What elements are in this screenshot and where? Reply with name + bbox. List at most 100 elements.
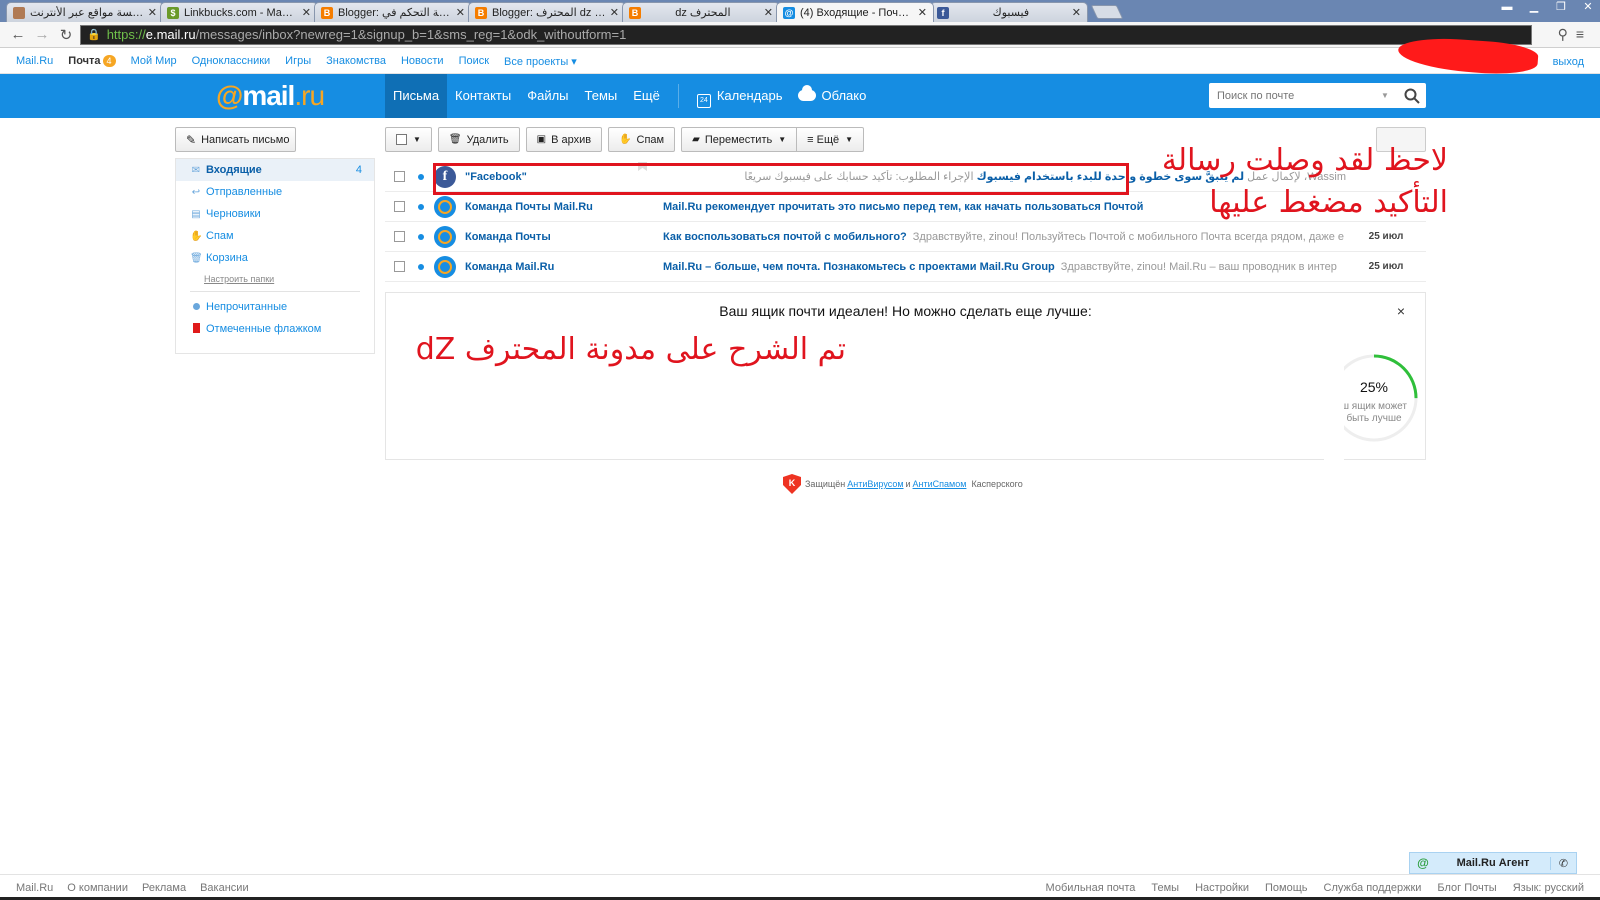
folder-sent[interactable]: ↩ Отправленные [176,181,374,203]
url-field[interactable]: 🔒 https://e.mail.ru/messages/inbox?newre… [80,24,1532,45]
footer-link[interactable]: Служба поддержки [1324,882,1422,894]
message-checkbox[interactable] [394,261,405,272]
message-row[interactable]: Команда Mail.Ru Mail.Ru – больше, чем по… [385,252,1426,282]
footer-link[interactable]: Мобильная почта [1046,882,1136,894]
message-checkbox[interactable] [394,201,405,212]
footer-link[interactable]: Реклама [142,882,186,894]
folder-label: Корзина [206,252,248,264]
flag-icon [190,322,202,336]
unread-dot-icon [190,302,202,313]
footer-link[interactable]: Помощь [1265,882,1308,894]
portal-link-all-projects[interactable]: Все проекты ▾ [504,55,577,68]
mailru-agent-widget[interactable]: @ Mail.Ru Агент ✆ [1409,852,1577,874]
footer-link[interactable]: Mail.Ru [16,882,53,894]
folder-spam[interactable]: ✋ Спам [176,225,374,247]
back-arrow-icon[interactable]: ← [8,26,28,43]
filter-unread[interactable]: Непрочитанные [176,296,374,318]
select-all-checkbox [396,134,407,145]
minimize-icon[interactable]: ▁ [1522,0,1546,14]
footer-link[interactable]: О компании [67,882,128,894]
antivirus-link[interactable]: АнтиВирусом [847,479,903,489]
browser-tab[interactable]: B Blogger: المحترف dz - مشاركة ✕ [468,2,626,22]
footer-left: Mail.Ru О компании Реклама Вакансии [0,882,263,894]
nav-themes[interactable]: Темы [577,74,626,118]
footer-link[interactable]: Темы [1151,882,1179,894]
message-checkbox[interactable] [394,231,405,242]
filter-flagged[interactable]: Отмеченные флажком [176,318,374,340]
maximize-icon[interactable]: ❐ [1549,0,1573,14]
nav-calendar[interactable]: 24 Календарь [689,74,791,118]
phone-icon[interactable]: ✆ [1550,856,1576,870]
tab-close-icon[interactable]: ✕ [764,6,773,19]
unread-dot-icon[interactable] [418,263,424,270]
portal-link-odnoklassniki[interactable]: Одноклассники [192,55,271,67]
message-checkbox[interactable] [394,171,405,182]
nav-files[interactable]: Файлы [519,74,576,118]
nav-more[interactable]: Ещё [625,74,668,118]
url-path: /messages/inbox?newreg=1&signup_b=1&sms_… [195,27,627,42]
address-bar-row: ← → ↻ 🔒 https://e.mail.ru/messages/inbox… [0,22,1600,48]
footer-link[interactable]: Блог Почты [1437,882,1496,894]
search-options-chevron-icon[interactable]: ▼ [1381,91,1389,100]
browser-tab[interactable]: f فيسبوك ✕ [930,2,1088,22]
more-button[interactable]: ≡ Ещё ▼ [797,127,865,152]
move-button[interactable]: ▰ Переместить ▼ [681,127,798,152]
tab-close-icon[interactable]: ✕ [918,6,927,19]
portal-link-games[interactable]: Игры [285,55,311,67]
spam-button[interactable]: ✋ Спам [608,127,676,152]
portal-link-dating[interactable]: Знакомства [326,55,386,67]
archive-button[interactable]: ▣ В архив [525,127,603,152]
portal-link-my-world[interactable]: Мой Мир [131,55,177,67]
portal-link-mail[interactable]: Почта 4 [68,55,116,67]
tab-close-icon[interactable]: ✕ [456,6,465,19]
tab-close-icon[interactable]: ✕ [1072,6,1081,19]
browser-tab[interactable]: $ Linkbucks.com - Make m ✕ [160,2,318,22]
select-all-dropdown[interactable]: ▼ [385,127,432,152]
delete-label: Удалить [466,133,509,146]
nav-contacts[interactable]: Контакты [447,74,519,118]
language-selector[interactable]: Язык: русский [1513,882,1584,894]
filter-label: Отмеченные флажком [206,323,322,335]
extension-icons[interactable]: ⚲≡ [1532,26,1592,43]
footer-link[interactable]: Вакансии [200,882,249,894]
unread-dot-icon[interactable] [418,203,424,210]
logout-link[interactable]: выход [1553,56,1584,68]
unread-dot-icon[interactable] [418,173,424,180]
folder-count: 4 [355,164,362,176]
folder-settings-link[interactable]: Настроить папки [176,269,374,289]
message-row[interactable]: Команда Почты Как воспользоваться почтой… [385,222,1426,252]
delete-button[interactable]: 🗑 Удалить [437,127,520,152]
portal-link-mailru[interactable]: Mail.Ru [16,55,53,67]
tab-close-icon[interactable]: ✕ [302,6,311,19]
thumbs-down-icon: ✋ [190,230,203,242]
new-tab-button[interactable] [1090,5,1124,19]
mailru-logo[interactable]: @mail.ru [216,80,325,112]
search-button[interactable] [1398,83,1426,108]
folder-drafts[interactable]: ▤ Черновики [176,203,374,225]
close-window-icon[interactable]: ✕ [1576,0,1600,14]
browser-tab-active[interactable]: @ (4) Входящие - Почта Ма ✕ [776,2,934,22]
search-input[interactable] [1217,89,1377,102]
browser-tab[interactable]: B Blogger: لوحة التحكم في Blo ✕ [314,2,472,22]
compose-button[interactable]: ✎ Написать письмо [175,127,296,152]
reload-icon[interactable]: ↻ [56,26,76,44]
tab-close-icon[interactable]: ✕ [148,6,157,19]
message-subject: Mail.Ru рекомендует прочитать это письмо… [663,200,1144,213]
close-icon[interactable]: × [1397,303,1405,319]
forward-arrow-icon[interactable]: → [32,26,52,43]
nav-cloud[interactable]: Облако [790,74,874,118]
unread-dot-icon[interactable] [418,233,424,240]
antispam-link[interactable]: АнтиСпамом [913,479,967,489]
nav-letters[interactable]: Письма [385,74,448,118]
footer-link[interactable]: Настройки [1195,882,1249,894]
user-icon[interactable]: ▬ [1495,0,1519,14]
portal-link-search[interactable]: Поиск [459,55,489,67]
portal-link-news[interactable]: Новости [401,55,444,67]
snippet-rest: الإجراء المطلوب: تأكيد حسابك على فيسبوك … [744,171,974,183]
browser-tab[interactable]: B المحترف dz ✕ [622,2,780,22]
folder-inbox[interactable]: ✉ Входящие 4 [176,159,374,181]
folder-trash[interactable]: 🗑 Корзина [176,247,374,269]
tab-title: Blogger: المحترف dz - مشاركة [492,7,606,19]
browser-tab[interactable]: أفضل خمسة مواقع عبر الأنترنت ✕ [6,2,164,22]
tab-close-icon[interactable]: ✕ [610,6,619,19]
